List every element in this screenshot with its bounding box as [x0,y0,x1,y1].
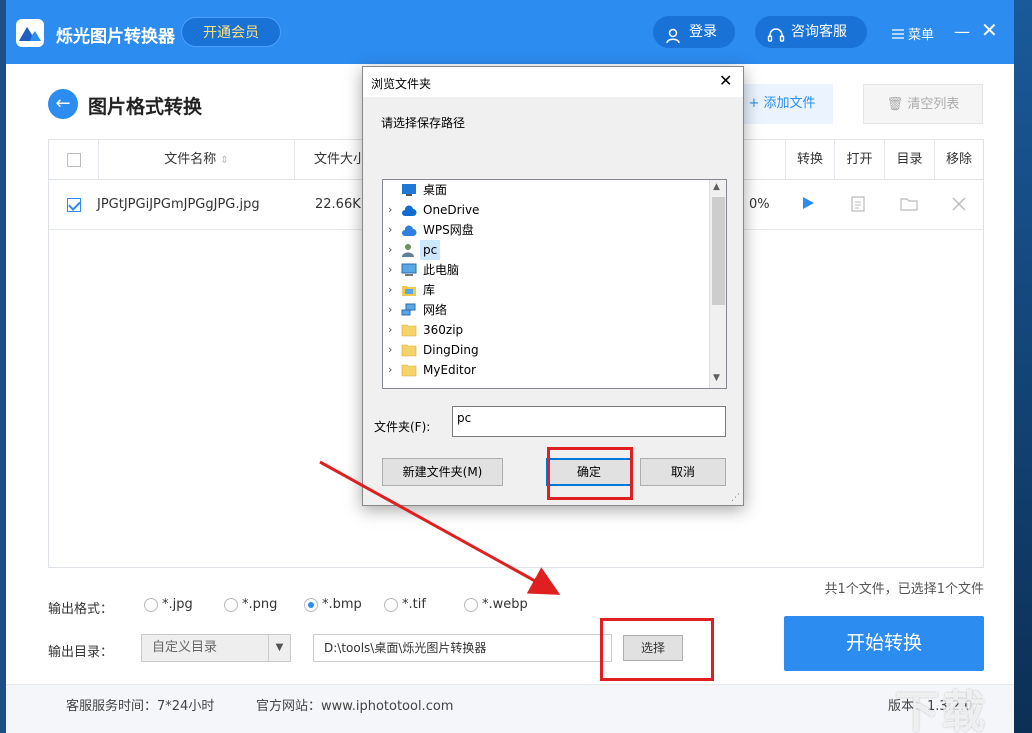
annotation-arrow [319,460,561,595]
